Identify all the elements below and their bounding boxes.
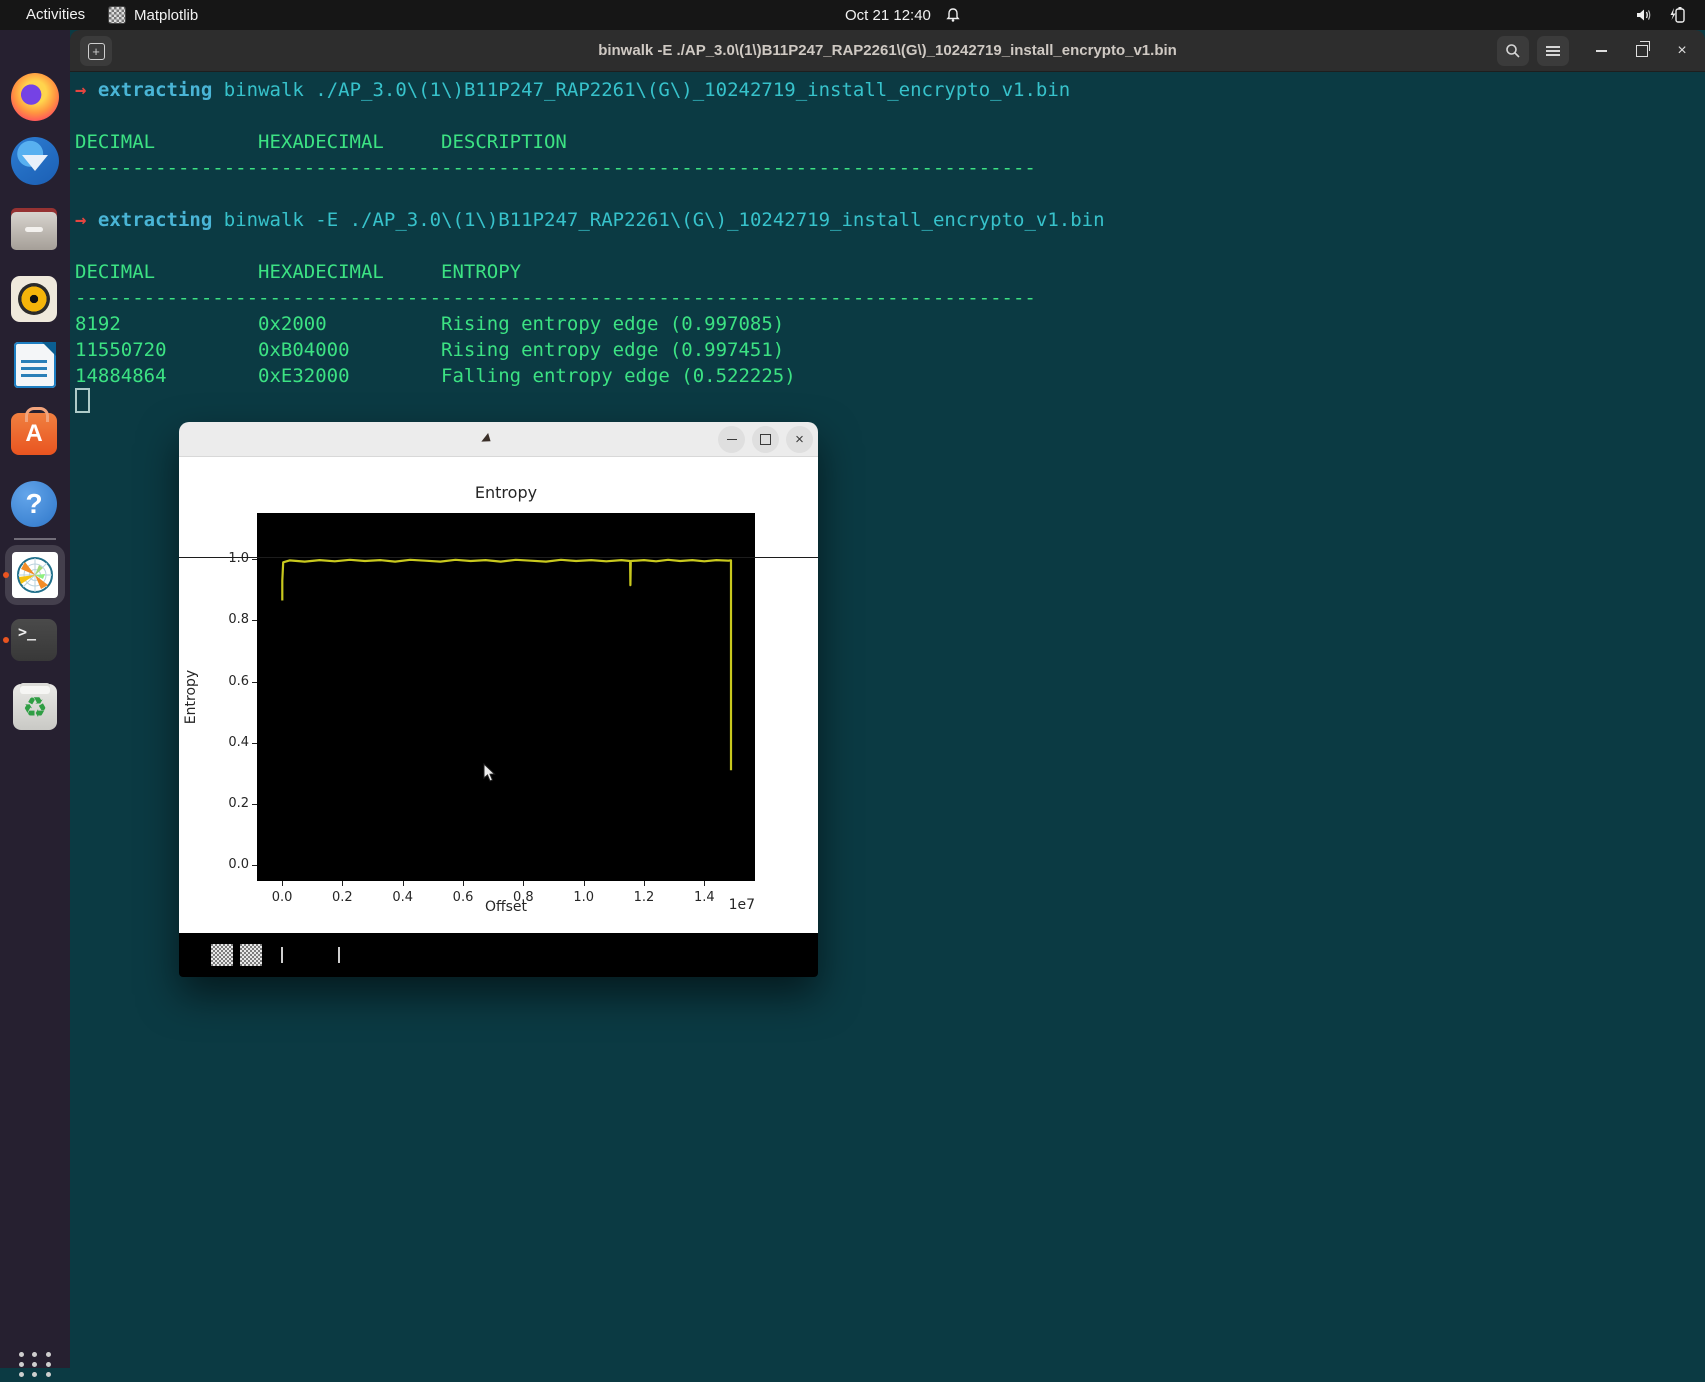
entropy-line-plot — [257, 513, 755, 881]
x-tick-label: 1.4 — [684, 890, 724, 905]
terminal-line: ----------------------------------------… — [70, 285, 1705, 311]
system-status-area[interactable] — [1635, 0, 1687, 30]
terminal-window-title: binwalk -E ./AP_3.0\(1\)B11P247_RAP2261\… — [70, 30, 1705, 72]
hamburger-icon — [1546, 46, 1560, 56]
x-tick-label: 0.4 — [383, 890, 423, 905]
terminal-line: 14884864 0xE32000 Falling entropy edge (… — [70, 363, 1705, 389]
search-icon — [1505, 43, 1521, 59]
files-icon — [11, 212, 57, 250]
minimize-icon — [1596, 50, 1607, 52]
dock-item-help[interactable]: ? — [11, 480, 59, 528]
restore-icon — [1636, 45, 1648, 57]
terminal-line — [70, 233, 1705, 259]
battery-charging-icon — [1667, 6, 1687, 24]
terminal-restore-button[interactable] — [1629, 38, 1655, 64]
terminal-icon: >_ — [11, 619, 57, 661]
terminal-running-indicator — [3, 637, 9, 643]
y-axis-label: Entropy — [183, 647, 199, 747]
dock-item-firefox[interactable] — [11, 73, 59, 121]
focused-app-name: Matplotlib — [134, 7, 198, 24]
mouse-cursor — [481, 763, 499, 783]
x-tick-label: 0.0 — [262, 890, 302, 905]
terminal-line — [70, 181, 1705, 207]
dock-item-ubuntu-software[interactable]: A — [11, 409, 59, 457]
minimize-icon — [727, 439, 737, 441]
dock-item-files[interactable] — [11, 206, 59, 254]
x-tick-label: 0.2 — [322, 890, 362, 905]
dock-separator — [14, 538, 56, 540]
terminal-line: → extracting binwalk -E ./AP_3.0\(1\)B11… — [70, 207, 1705, 233]
dock-item-rhythmbox[interactable] — [11, 275, 59, 323]
libreoffice-writer-icon — [14, 342, 56, 388]
y-tick-label: 0.8 — [209, 612, 249, 627]
close-icon: × — [795, 431, 804, 448]
x-tick-label: 0.6 — [443, 890, 483, 905]
toolbar-button-1[interactable] — [211, 944, 233, 966]
entropy-1.0-gridline — [179, 557, 818, 558]
chart-title: Entropy — [257, 483, 755, 502]
firefox-icon — [11, 73, 59, 121]
toolbar-button-2[interactable] — [240, 944, 262, 966]
x-tick-label: 1.0 — [564, 890, 604, 905]
plot-area[interactable] — [257, 513, 755, 881]
figure-titlebar[interactable]: × — [179, 422, 818, 457]
menu-button[interactable] — [1537, 36, 1569, 66]
dock-item-thunderbird[interactable] — [11, 137, 59, 185]
y-tick-label: 0.2 — [209, 796, 249, 811]
clock-label: Oct 21 12:40 — [845, 7, 931, 24]
terminal-cursor — [75, 388, 90, 413]
matplotlib-app-icon — [108, 6, 126, 24]
terminal-minimize-button[interactable] — [1588, 38, 1614, 64]
terminal-line — [70, 103, 1705, 129]
busy-cursor-icon — [481, 433, 493, 446]
figure-minimize-button[interactable] — [718, 426, 745, 453]
terminal-line — [70, 389, 1705, 415]
figure-close-button[interactable]: × — [786, 426, 813, 453]
new-tab-icon: + — [88, 43, 105, 60]
show-applications-button[interactable] — [17, 1346, 53, 1382]
terminal-line: → extracting binwalk ./AP_3.0\(1\)B11P24… — [70, 77, 1705, 103]
figure-canvas[interactable]: Entropy Entropy Offset 1e7 0.00.20.40.60… — [179, 457, 818, 933]
x-tick-label: 1.2 — [624, 890, 664, 905]
dock-item-terminal[interactable]: >_ — [11, 616, 59, 664]
y-tick-label: 1.0 — [209, 551, 249, 566]
figure-toolbar[interactable] — [179, 933, 818, 977]
thunderbird-icon — [11, 137, 59, 185]
terminal-titlebar[interactable]: binwalk -E ./AP_3.0\(1\)B11P247_RAP2261\… — [70, 30, 1705, 72]
top-bar: Activities Matplotlib Oct 21 12:40 — [0, 0, 1705, 30]
matplotlib-icon — [12, 552, 58, 598]
terminal-line: 8192 0x2000 Rising entropy edge (0.99708… — [70, 311, 1705, 337]
figure-window: × Entropy Entropy Offset 1e7 0.00.20.40.… — [179, 422, 818, 977]
terminal-close-button[interactable]: × — [1669, 38, 1695, 64]
dock-item-matplotlib[interactable] — [5, 545, 65, 605]
matplotlib-running-indicator — [3, 572, 9, 578]
trash-icon: ♻ — [13, 684, 57, 730]
bell-icon — [945, 7, 961, 23]
dock-item-libreoffice-writer[interactable] — [11, 342, 59, 390]
x-tick-label: 0.8 — [503, 890, 543, 905]
terminal-line: DECIMAL HEXADECIMAL DESCRIPTION — [70, 129, 1705, 155]
ubuntu-software-icon: A — [11, 413, 57, 455]
new-tab-button[interactable]: + — [80, 36, 112, 66]
clock-menu[interactable]: Oct 21 12:40 — [845, 0, 961, 30]
terminal-line: 11550720 0xB04000 Rising entropy edge (0… — [70, 337, 1705, 363]
y-tick-label: 0.0 — [209, 857, 249, 872]
activities-button[interactable]: Activities — [18, 0, 93, 30]
y-tick-label: 0.4 — [209, 735, 249, 750]
toolbar-separator-2 — [338, 947, 340, 963]
terminal-line: DECIMAL HEXADECIMAL ENTROPY — [70, 259, 1705, 285]
figure-maximize-button[interactable] — [752, 426, 779, 453]
y-tick-label: 0.6 — [209, 674, 249, 689]
toolbar-separator-1 — [281, 947, 283, 963]
focused-app-menu[interactable]: Matplotlib — [108, 0, 198, 30]
help-icon: ? — [11, 481, 57, 527]
dock-item-trash[interactable]: ♻ — [11, 684, 59, 732]
volume-icon — [1635, 7, 1653, 23]
dock: A ? >_ ♻ — [0, 30, 70, 1368]
terminal-line: ----------------------------------------… — [70, 155, 1705, 181]
search-button[interactable] — [1497, 36, 1529, 66]
close-icon: × — [1677, 42, 1686, 60]
maximize-icon — [760, 434, 771, 445]
rhythmbox-icon — [11, 276, 57, 322]
